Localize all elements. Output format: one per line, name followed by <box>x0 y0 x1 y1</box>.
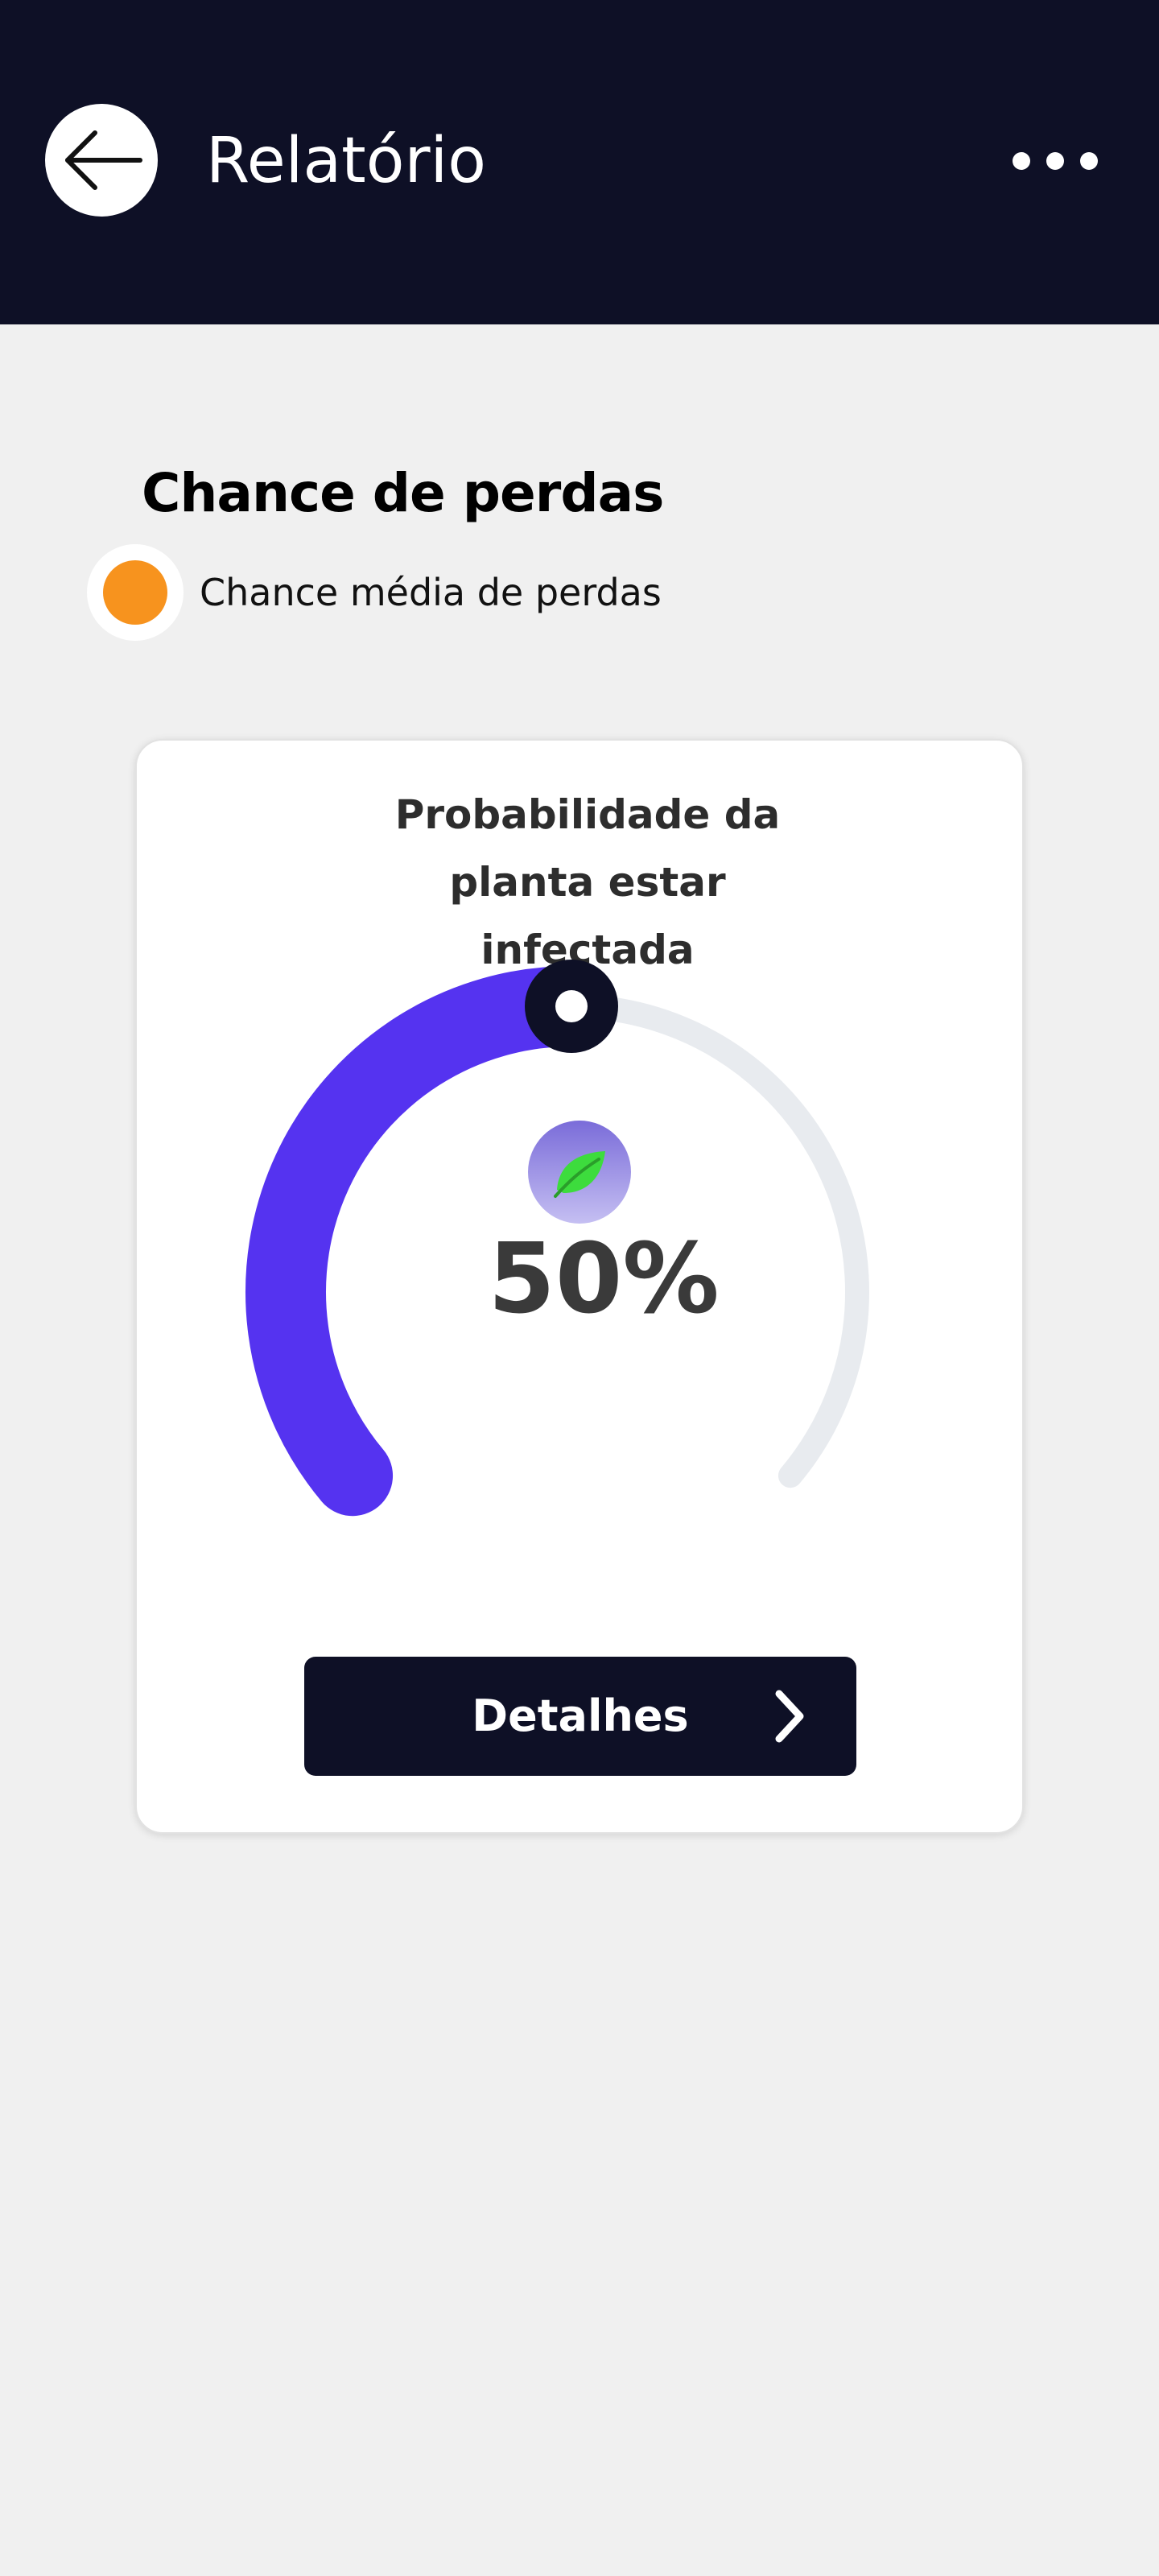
more-horizontal-icon <box>1013 152 1030 170</box>
back-button[interactable] <box>45 104 158 217</box>
details-button[interactable]: Detalhes <box>304 1657 856 1776</box>
legend-label: Chance média de perdas <box>200 571 662 614</box>
leaf-badge <box>528 1121 631 1224</box>
more-dot <box>1080 152 1098 170</box>
app-header: Relatório <box>0 0 1159 324</box>
gauge-value: 50% <box>488 1224 720 1335</box>
gauge-knob[interactable] <box>525 960 618 1053</box>
more-options-button[interactable] <box>998 137 1103 185</box>
infection-probability-card: Probabilidade da planta estar infectada … <box>135 739 1024 1834</box>
arrow-left-icon <box>65 130 142 190</box>
page-title: Relatório <box>206 125 486 197</box>
section-title: Chance de perdas <box>142 462 664 524</box>
legend-color-swatch <box>103 560 167 625</box>
leaf-icon <box>554 1151 605 1198</box>
legend-marker <box>87 544 184 641</box>
more-dot <box>1046 152 1064 170</box>
chevron-right-icon <box>775 1690 804 1743</box>
